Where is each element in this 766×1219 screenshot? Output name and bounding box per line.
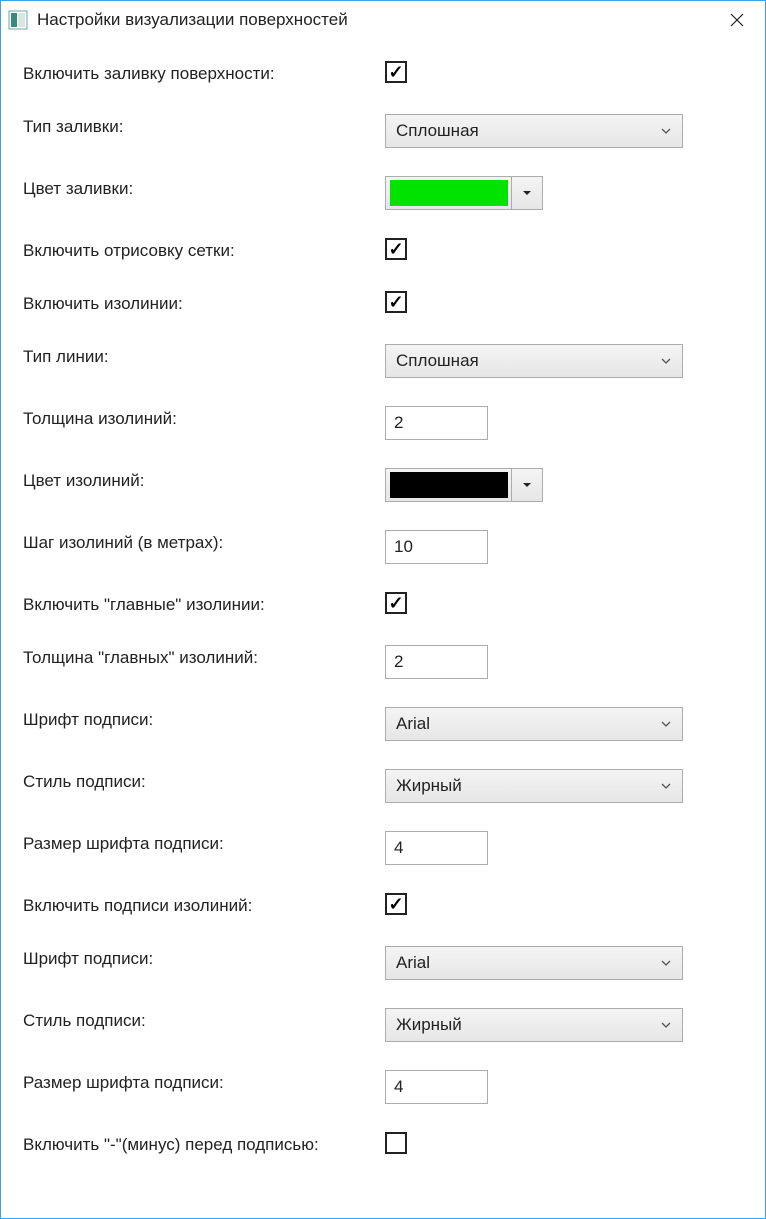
chevron-down-icon <box>660 718 672 730</box>
checkbox-enable-iso[interactable] <box>385 291 407 313</box>
label-enable-minus: Включить "-"(минус) перед подписью: <box>23 1132 385 1157</box>
label-iso-step: Шаг изолиний (в метрах): <box>23 530 385 555</box>
close-button[interactable] <box>717 5 757 35</box>
label-enable-grid: Включить отрисовку сетки: <box>23 238 385 263</box>
form-content: Включить заливку поверхности: Тип заливк… <box>1 39 765 1177</box>
checkbox-enable-main-iso[interactable] <box>385 592 407 614</box>
label-style1: Стиль подписи: <box>23 769 385 794</box>
chevron-down-icon <box>660 355 672 367</box>
caret-down-icon <box>522 482 532 488</box>
dropdown-font2[interactable]: Arial <box>385 946 683 980</box>
app-icon <box>7 9 29 31</box>
chevron-down-icon <box>660 780 672 792</box>
checkbox-enable-fill[interactable] <box>385 61 407 83</box>
label-size1: Размер шрифта подписи: <box>23 831 385 856</box>
input-iso-thickness[interactable] <box>385 406 488 440</box>
colorpicker-iso-color[interactable] <box>385 468 543 502</box>
label-enable-fill: Включить заливку поверхности: <box>23 61 385 86</box>
close-icon <box>730 13 744 27</box>
dropdown-style2[interactable]: Жирный <box>385 1008 683 1042</box>
chevron-down-icon <box>660 1019 672 1031</box>
dropdown-line-type-value: Сплошная <box>396 351 660 371</box>
label-fill-color: Цвет заливки: <box>23 176 385 201</box>
checkbox-enable-iso-labels[interactable] <box>385 893 407 915</box>
input-size1[interactable] <box>385 831 488 865</box>
input-size2[interactable] <box>385 1070 488 1104</box>
label-style2: Стиль подписи: <box>23 1008 385 1033</box>
dropdown-style1[interactable]: Жирный <box>385 769 683 803</box>
window-title: Настройки визуализации поверхностей <box>37 10 717 30</box>
label-size2: Размер шрифта подписи: <box>23 1070 385 1095</box>
dropdown-style1-value: Жирный <box>396 776 660 796</box>
input-main-iso-thickness[interactable] <box>385 645 488 679</box>
dropdown-font2-value: Arial <box>396 953 660 973</box>
dropdown-font1-value: Arial <box>396 714 660 734</box>
checkbox-enable-grid[interactable] <box>385 238 407 260</box>
fill-color-dropdown-button[interactable] <box>512 177 542 209</box>
iso-color-dropdown-button[interactable] <box>512 469 542 501</box>
input-iso-step[interactable] <box>385 530 488 564</box>
label-enable-iso: Включить изолинии: <box>23 291 385 316</box>
dropdown-style2-value: Жирный <box>396 1015 660 1035</box>
dropdown-font1[interactable]: Arial <box>385 707 683 741</box>
label-iso-thickness: Толщина изолиний: <box>23 406 385 431</box>
checkbox-enable-minus[interactable] <box>385 1132 407 1154</box>
iso-color-swatch-inner <box>390 472 508 498</box>
label-enable-main-iso: Включить "главные" изолинии: <box>23 592 385 617</box>
colorpicker-fill-color[interactable] <box>385 176 543 210</box>
chevron-down-icon <box>660 125 672 137</box>
label-line-type: Тип линии: <box>23 344 385 369</box>
dropdown-line-type[interactable]: Сплошная <box>385 344 683 378</box>
label-iso-color: Цвет изолиний: <box>23 468 385 493</box>
label-font1: Шрифт подписи: <box>23 707 385 732</box>
label-fill-type: Тип заливки: <box>23 114 385 139</box>
titlebar: Настройки визуализации поверхностей <box>1 1 765 39</box>
dialog-window: Настройки визуализации поверхностей Вклю… <box>0 0 766 1219</box>
label-font2: Шрифт подписи: <box>23 946 385 971</box>
dropdown-fill-type[interactable]: Сплошная <box>385 114 683 148</box>
fill-color-swatch-inner <box>390 180 508 206</box>
chevron-down-icon <box>660 957 672 969</box>
caret-down-icon <box>522 190 532 196</box>
label-main-iso-thickness: Толщина "главных" изолиний: <box>23 645 385 670</box>
dropdown-fill-type-value: Сплошная <box>396 121 660 141</box>
fill-color-swatch <box>386 177 512 209</box>
label-enable-iso-labels: Включить подписи изолиний: <box>23 893 385 918</box>
iso-color-swatch <box>386 469 512 501</box>
